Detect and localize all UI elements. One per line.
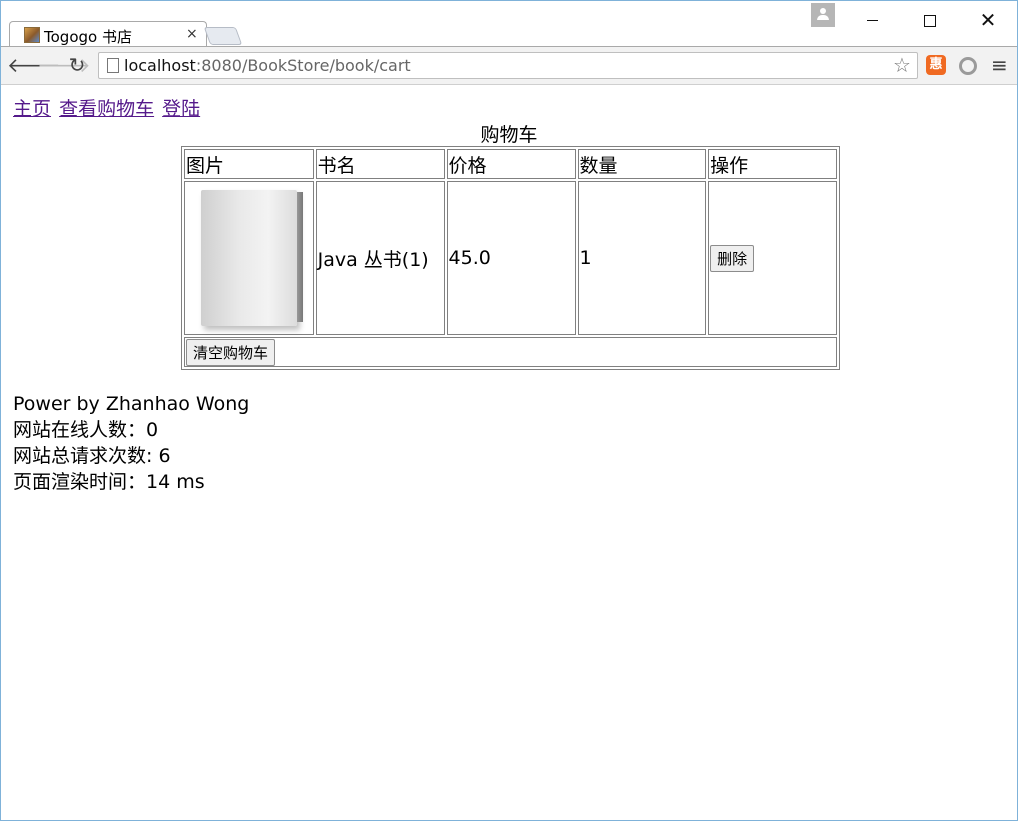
column-header-image: 图片 xyxy=(184,149,314,179)
table-row: Java 丛书(1) 45.0 1 删除 xyxy=(184,181,837,335)
title-bar: Togogo 书店 × ✕ xyxy=(1,1,1017,48)
nav-link-home[interactable]: 主页 xyxy=(13,98,51,120)
table-header-row: 图片 书名 价格 数量 操作 xyxy=(184,149,837,179)
nav-link-view-cart[interactable]: 查看购物车 xyxy=(59,98,154,120)
book-image-cell xyxy=(184,181,314,335)
book-cover-image xyxy=(200,190,303,326)
book-quantity: 1 xyxy=(577,181,707,335)
new-tab-button[interactable] xyxy=(203,27,243,45)
extension-icon[interactable]: 惠 xyxy=(926,55,946,75)
render-time-text: 页面渲染时间：14 ms xyxy=(13,471,205,493)
page-icon xyxy=(107,58,119,73)
column-header-action: 操作 xyxy=(708,149,837,179)
delete-button[interactable]: 删除 xyxy=(710,244,755,272)
table-footer-row: 清空购物车 xyxy=(184,337,837,367)
column-header-quantity: 数量 xyxy=(577,149,707,179)
online-users-text: 网站在线人数：0 xyxy=(13,419,159,441)
minimize-button[interactable] xyxy=(843,1,901,39)
address-bar[interactable]: localhost:8080/BookStore/book/cart ☆ xyxy=(98,52,918,79)
nav-link-login[interactable]: 登陆 xyxy=(162,98,200,120)
book-price: 45.0 xyxy=(446,181,576,335)
window-close-button[interactable]: ✕ xyxy=(959,1,1017,39)
maximize-button[interactable] xyxy=(901,1,959,39)
browser-window: Togogo 书店 × ✕ 🡐 🡒 ↻ localhost:8080/BookS… xyxy=(0,0,1018,821)
site-nav: 主页 查看购物车 登陆 xyxy=(13,94,202,121)
browser-toolbar: 🡐 🡒 ↻ localhost:8080/BookStore/book/cart… xyxy=(1,46,1017,85)
powered-by-text: Power by Zhanhao Wong xyxy=(13,393,250,415)
bookmark-star-icon[interactable]: ☆ xyxy=(893,53,911,77)
reload-icon[interactable]: ↻ xyxy=(65,53,89,77)
profile-icon[interactable] xyxy=(811,3,835,27)
clear-cart-cell: 清空购物车 xyxy=(184,337,837,367)
column-header-name: 书名 xyxy=(315,149,445,179)
total-requests-text: 网站总请求次数: 6 xyxy=(13,445,171,467)
page-footer: Power by Zhanhao Wong 网站在线人数：0 网站总请求次数: … xyxy=(13,391,249,495)
action-cell: 删除 xyxy=(708,181,837,335)
tab-close-icon[interactable]: × xyxy=(186,26,198,42)
extension-circle-icon[interactable] xyxy=(959,57,977,75)
cart-title: 购物车 xyxy=(480,124,538,146)
column-header-price: 价格 xyxy=(446,149,576,179)
clear-cart-button[interactable]: 清空购物车 xyxy=(186,338,276,366)
tab-title: Togogo 书店 xyxy=(44,28,132,46)
favicon-icon xyxy=(24,27,40,43)
url-text[interactable]: localhost:8080/BookStore/book/cart xyxy=(124,56,411,75)
book-name: Java 丛书(1) xyxy=(315,181,445,335)
menu-icon[interactable]: ≡ xyxy=(991,53,1008,77)
tab-togogo[interactable]: Togogo 书店 × xyxy=(9,21,207,48)
back-arrow-icon[interactable]: 🡐 xyxy=(7,53,61,77)
page-content: 主页 查看购物车 登陆 购物车 图片 书名 价格 数量 操作 Java 丛书(1… xyxy=(1,84,1017,820)
forward-arrow-icon[interactable]: 🡒 xyxy=(37,53,91,77)
cart-table: 图片 书名 价格 数量 操作 Java 丛书(1) 45.0 1 删除 清空购物 xyxy=(181,146,840,370)
